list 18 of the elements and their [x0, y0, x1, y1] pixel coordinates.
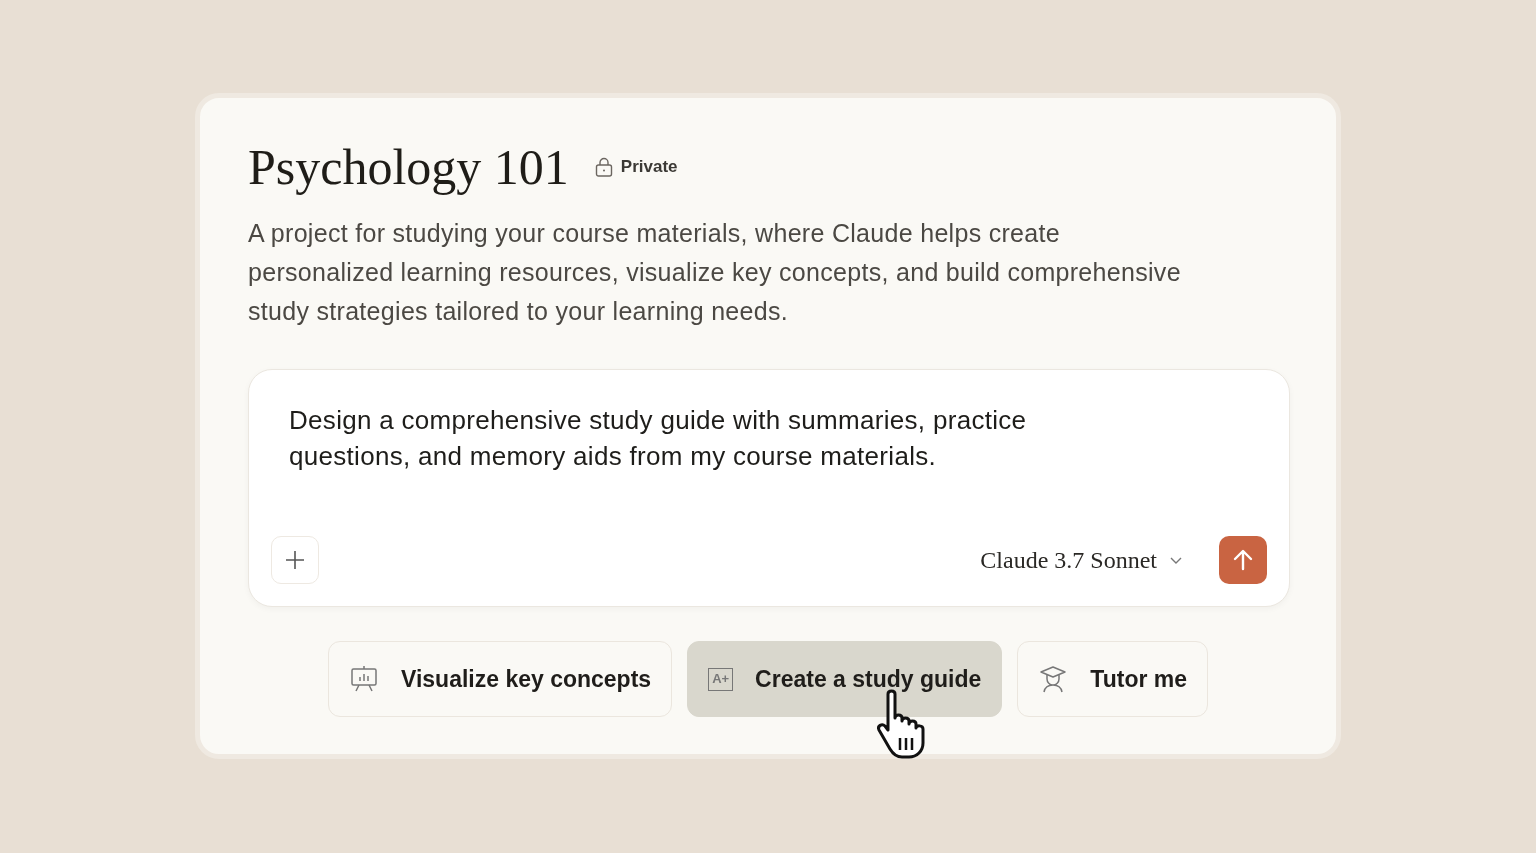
grade-icon: A+ — [708, 667, 734, 691]
graduate-icon — [1038, 664, 1069, 694]
prompt-box[interactable]: Design a comprehensive study guide with summaries, practice questions, and memory aids from my course materials. Claude 3.7 Sonnet — [248, 369, 1290, 607]
chevron-down-icon — [1169, 555, 1183, 565]
suggestion-button[interactable]: Tutor me — [1017, 641, 1209, 717]
suggestion-button[interactable]: Visualize key concepts — [327, 641, 673, 717]
project-description: A project for studying your course materials, where Claude helps create personalized learning resources, visualize key concepts, and build comprehensive study strategies tailored to your learning needs. — [248, 218, 1182, 327]
lock-icon — [594, 157, 613, 177]
project-title: Psychology 101 — [248, 138, 569, 196]
model-selector[interactable]: Claude 3.7 Sonnet — [974, 545, 1189, 575]
add-button[interactable] — [271, 536, 319, 584]
presentation-chart-icon — [348, 664, 379, 694]
visibility-label: Private — [620, 157, 678, 177]
arrow-up-icon — [1232, 548, 1254, 572]
suggestion-button[interactable]: A+ Create a study guide — [687, 641, 1003, 717]
prompt-text[interactable]: Design a comprehensive study guide with summaries, practice questions, and memory aids from my course materials. — [289, 402, 1129, 474]
plus-icon — [284, 549, 306, 571]
send-button[interactable] — [1219, 536, 1267, 584]
